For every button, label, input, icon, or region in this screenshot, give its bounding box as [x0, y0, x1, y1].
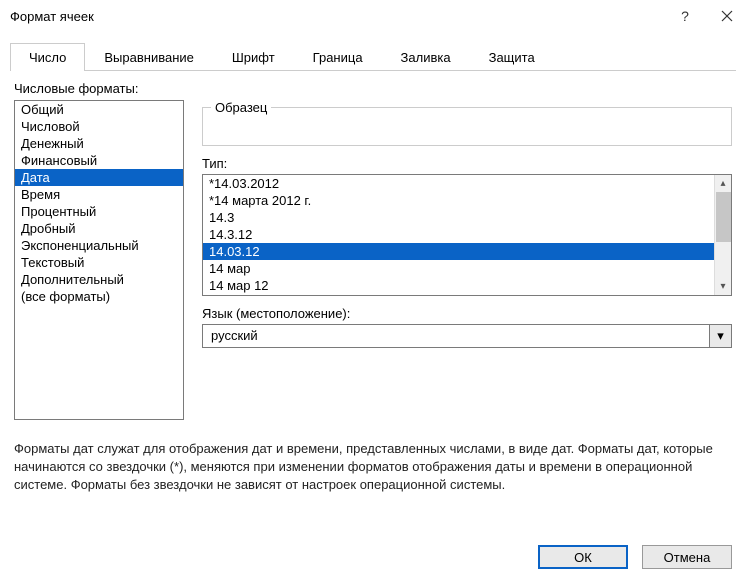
help-button[interactable]: ?	[676, 7, 694, 25]
scroll-up-icon[interactable]: ▴	[715, 175, 731, 192]
tab-content: Числовые форматы: Общий Числовой Денежны…	[0, 71, 746, 420]
type-item[interactable]: 14.3	[203, 209, 714, 226]
tab-number[interactable]: Число	[10, 43, 85, 71]
tab-protection[interactable]: Защита	[470, 43, 554, 71]
category-item[interactable]: (все форматы)	[15, 288, 183, 305]
tabs-bar: Число Выравнивание Шрифт Граница Заливка…	[10, 42, 736, 71]
type-item[interactable]: 14.03.12	[203, 243, 714, 260]
type-item[interactable]: 14.3.12	[203, 226, 714, 243]
locale-value: русский	[203, 325, 709, 347]
type-item[interactable]: 14 мар 12	[203, 277, 714, 294]
tab-font[interactable]: Шрифт	[213, 43, 294, 71]
chevron-down-icon: ▾	[717, 328, 724, 344]
category-item[interactable]: Текстовый	[15, 254, 183, 271]
category-item[interactable]: Дата	[15, 169, 183, 186]
sample-label: Образец	[211, 100, 271, 115]
close-button[interactable]	[718, 7, 736, 25]
type-list[interactable]: *14.03.2012 *14 марта 2012 г. 14.3 14.3.…	[202, 174, 732, 296]
dropdown-button[interactable]: ▾	[709, 325, 731, 347]
categories-list[interactable]: Общий Числовой Денежный Финансовый Дата …	[14, 100, 184, 420]
locale-select[interactable]: русский ▾	[202, 324, 732, 348]
locale-label: Язык (местоположение):	[202, 306, 732, 321]
category-item[interactable]: Дополнительный	[15, 271, 183, 288]
ok-button[interactable]: ОК	[538, 545, 628, 569]
cancel-button[interactable]: Отмена	[642, 545, 732, 569]
scrollbar-thumb[interactable]	[716, 192, 731, 242]
category-item[interactable]: Денежный	[15, 135, 183, 152]
dialog-footer: ОК Отмена	[0, 535, 746, 579]
category-item[interactable]: Время	[15, 186, 183, 203]
tab-border[interactable]: Граница	[294, 43, 382, 71]
scrollbar[interactable]: ▴ ▾	[714, 175, 731, 295]
type-item[interactable]: *14 марта 2012 г.	[203, 192, 714, 209]
tab-fill[interactable]: Заливка	[382, 43, 470, 71]
category-item[interactable]: Общий	[15, 101, 183, 118]
tab-alignment[interactable]: Выравнивание	[85, 43, 212, 71]
category-item[interactable]: Процентный	[15, 203, 183, 220]
type-item[interactable]: *14.03.2012	[203, 175, 714, 192]
close-icon	[721, 10, 733, 22]
titlebar: Формат ячеек ?	[0, 0, 746, 32]
description-text: Форматы дат служат для отображения дат и…	[0, 420, 746, 505]
type-label: Тип:	[202, 156, 732, 171]
category-item[interactable]: Дробный	[15, 220, 183, 237]
window-controls: ?	[676, 7, 736, 25]
sample-box: Образец	[202, 100, 732, 156]
category-item[interactable]: Экспоненциальный	[15, 237, 183, 254]
type-item[interactable]: 14 мар	[203, 260, 714, 277]
category-item[interactable]: Финансовый	[15, 152, 183, 169]
scrollbar-track[interactable]	[715, 242, 731, 278]
scroll-down-icon[interactable]: ▾	[715, 278, 731, 295]
category-item[interactable]: Числовой	[15, 118, 183, 135]
categories-label: Числовые форматы:	[14, 81, 732, 96]
window-title: Формат ячеек	[10, 9, 94, 24]
